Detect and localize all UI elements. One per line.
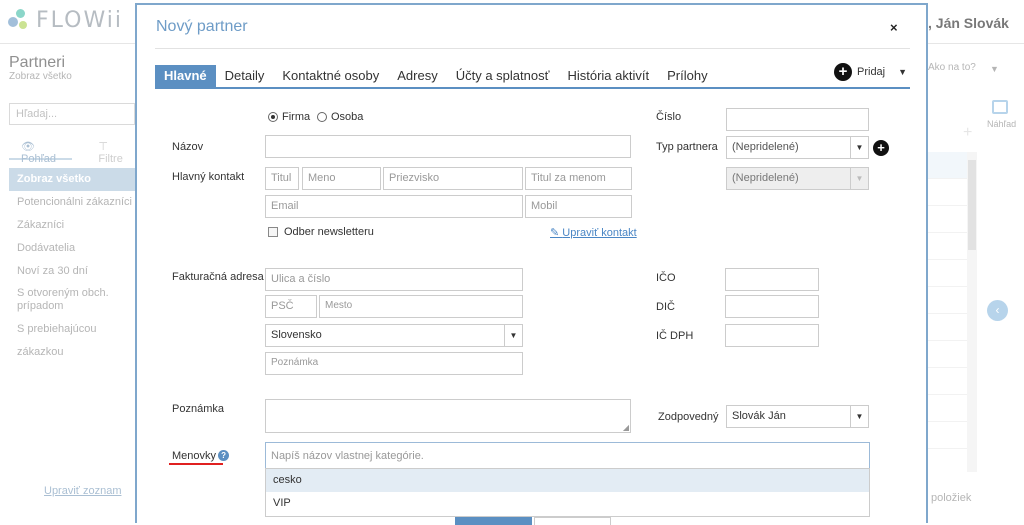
label-nazov: Názov (172, 141, 204, 153)
tab-hlavne[interactable]: Hlavné (155, 65, 216, 89)
red-underline-annotation (169, 463, 223, 465)
label-cislo: Číslo (656, 111, 682, 123)
email-field[interactable]: Email (265, 195, 523, 218)
mobil-field[interactable]: Mobil (525, 195, 632, 218)
note-textarea[interactable]: ◢ (265, 399, 631, 433)
pencil-icon: ✎ (550, 227, 563, 239)
cancel-button[interactable] (534, 517, 611, 525)
typ-secondary-value: (Nepridelené) (732, 172, 799, 184)
radio-unchecked-icon (317, 112, 327, 122)
radio-osoba-label: Osoba (331, 111, 364, 123)
label-ic-dph: IČ DPH (656, 330, 694, 342)
chevron-down-icon: ▼ (850, 168, 868, 189)
typ-partnera-select[interactable]: (Nepridelené) ▼ (726, 136, 869, 159)
dialog-title: Nový partner (156, 18, 248, 35)
tab-kontaktne-osoby[interactable]: Kontaktné osoby (273, 65, 388, 89)
tab-prilohy[interactable]: Prílohy (658, 65, 716, 89)
edit-contact-label: Upraviť kontakt (562, 227, 637, 239)
titul-input[interactable]: Titul (265, 167, 299, 190)
meno-input[interactable]: Meno (302, 167, 381, 190)
radio-checked-icon (268, 112, 278, 122)
tag-option[interactable]: cesko (266, 469, 869, 492)
add-button[interactable]: + Pridaj ▼ (834, 63, 907, 81)
label-zodpovedny: Zodpovedný (658, 411, 719, 423)
cislo-input[interactable] (726, 108, 869, 131)
new-partner-dialog: Nový partner × Hlavné Detaily Kontaktné … (135, 3, 928, 525)
address-note-input[interactable]: Poznámka (265, 352, 523, 375)
chevron-down-icon: ▼ (898, 67, 908, 77)
ulica-input[interactable]: Ulica a číslo (265, 268, 523, 291)
tab-adresy[interactable]: Adresy (388, 65, 446, 89)
tab-historia[interactable]: História aktivít (558, 65, 658, 89)
label-typ-partnera: Typ partnera (656, 141, 718, 153)
tags-dropdown: cesko VIP (265, 468, 870, 517)
typ-partnera-value: (Nepridelené) (732, 141, 799, 153)
tags-input[interactable]: Napíš názov vlastnej kategórie. (265, 442, 870, 470)
label-poznamka: Poznámka (172, 403, 224, 415)
country-value: Slovensko (271, 329, 322, 341)
ic-dph-input[interactable] (725, 324, 819, 347)
label-hlavny-kontakt: Hlavný kontakt (172, 171, 245, 183)
chevron-down-icon: ▼ (850, 137, 868, 158)
help-icon[interactable]: ? (218, 450, 230, 461)
save-button[interactable] (455, 517, 532, 525)
tag-option[interactable]: VIP (266, 492, 869, 515)
edit-contact-link[interactable]: ✎ Upraviť kontakt (550, 226, 637, 239)
dialog-tabs: Hlavné Detaily Kontaktné osoby Adresy Úč… (155, 65, 910, 89)
psc-input[interactable]: PSČ (265, 295, 317, 318)
add-label: Pridaj (857, 66, 886, 78)
label-menovky: Menovky? (172, 450, 230, 462)
newsletter-checkbox[interactable]: Odber newsletteru (268, 226, 374, 238)
menovky-text: Menovky (172, 450, 217, 462)
dic-input[interactable] (725, 295, 819, 318)
chevron-down-icon: ▼ (504, 325, 522, 346)
titul-za-input[interactable]: Titul za menom (525, 167, 632, 190)
add-type-plus-icon[interactable]: + (873, 140, 889, 156)
label-dic: DIČ (656, 301, 675, 313)
checkbox-icon (268, 227, 278, 237)
ico-input[interactable] (725, 268, 819, 291)
radio-firma[interactable]: Firma (268, 111, 310, 123)
divider (155, 48, 910, 49)
priezvisko-input[interactable]: Priezvisko (383, 167, 523, 190)
plus-icon: + (834, 63, 852, 81)
newsletter-label: Odber newsletteru (284, 226, 374, 238)
mesto-input[interactable]: Mesto (319, 295, 523, 318)
close-icon[interactable]: × (890, 20, 898, 35)
tab-detaily[interactable]: Detaily (216, 65, 274, 89)
radio-firma-label: Firma (282, 111, 311, 123)
chevron-down-icon: ▼ (850, 406, 868, 427)
zodpovedny-value: Slovák Ján (732, 410, 786, 422)
radio-osoba[interactable]: Osoba (317, 111, 363, 123)
tab-ucty[interactable]: Účty a splatnosť (447, 65, 559, 89)
nazov-input[interactable] (265, 135, 631, 158)
zodpovedny-select[interactable]: Slovák Ján ▼ (726, 405, 869, 428)
label-ico: IČO (656, 272, 676, 284)
resize-handle-icon[interactable]: ◢ (623, 423, 629, 432)
typ-secondary-select: (Nepridelené) ▼ (726, 167, 869, 190)
country-select[interactable]: Slovensko ▼ (265, 324, 523, 347)
label-fakturacna-adresa: Fakturačná adresa (172, 271, 264, 283)
